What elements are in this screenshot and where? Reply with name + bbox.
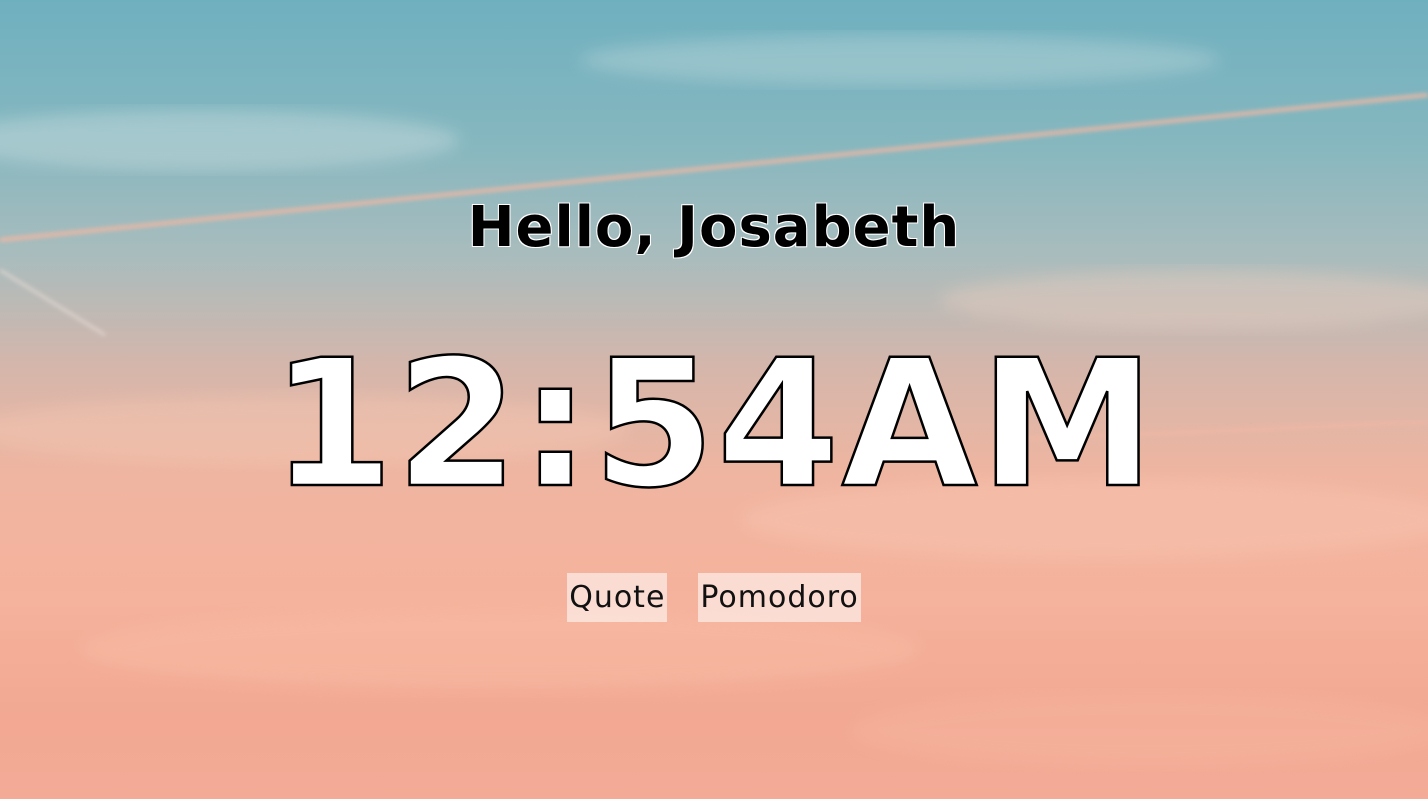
pomodoro-button[interactable]: Pomodoro bbox=[698, 573, 861, 622]
clock-time: 12:54AM bbox=[270, 322, 1157, 527]
greeting-heading: Hello, Josabeth bbox=[467, 195, 961, 260]
mode-buttons: Quote Pomodoro bbox=[0, 573, 1428, 622]
quote-button[interactable]: Quote bbox=[567, 573, 668, 622]
